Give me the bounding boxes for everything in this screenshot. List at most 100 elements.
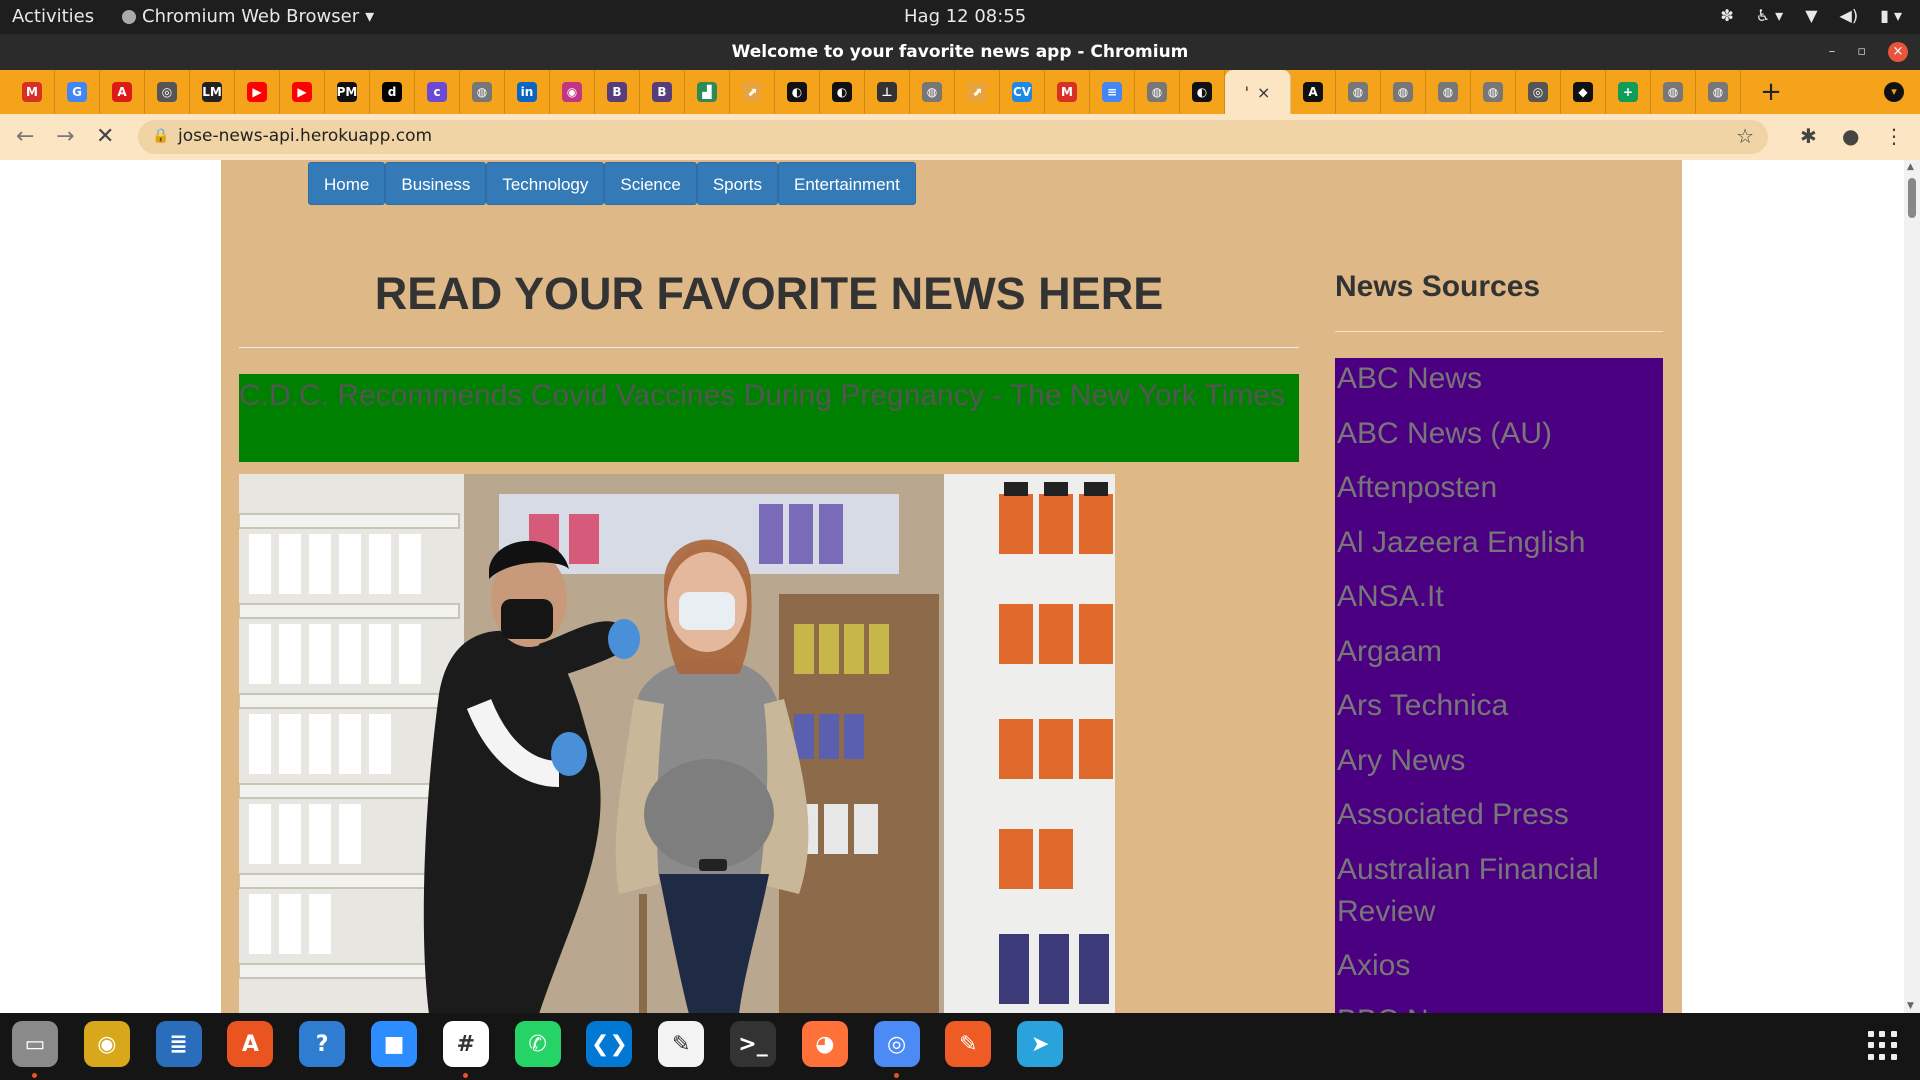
address-bar[interactable]: 🔒 jose-news-api.herokuapp.com ☆ — [138, 120, 1768, 154]
news-source-link[interactable]: Associated Press — [1335, 794, 1663, 836]
nav-home[interactable]: Home — [308, 162, 386, 205]
extensions-icon[interactable]: ✱ — [1800, 124, 1817, 148]
news-source-link[interactable]: Argaam — [1335, 631, 1663, 673]
accessibility-icon[interactable]: ♿ ▾ — [1756, 6, 1783, 25]
tab-close-icon[interactable]: × — [1257, 83, 1270, 102]
browser-tab[interactable]: ◍ — [1471, 70, 1516, 114]
whatsapp-icon[interactable]: ✆ — [514, 1021, 561, 1067]
browser-tab[interactable]: M — [1045, 70, 1090, 114]
browser-tab[interactable]: in — [505, 70, 550, 114]
browser-tab[interactable]: A — [1291, 70, 1336, 114]
nav-business[interactable]: Business — [385, 162, 487, 205]
news-source-link[interactable]: ANSA.It — [1335, 576, 1663, 618]
browser-tab[interactable]: ◎ — [1516, 70, 1561, 114]
scroll-up-icon[interactable]: ▲ — [1907, 162, 1914, 172]
software-center-icon[interactable]: A — [227, 1021, 274, 1067]
browser-tab[interactable]: ◍ — [1336, 70, 1381, 114]
help-icon[interactable]: ? — [299, 1021, 346, 1067]
page-scrollbar[interactable]: ▲ ▼ — [1904, 160, 1920, 1013]
new-tab-button[interactable]: + — [1751, 77, 1791, 107]
browser-tab[interactable]: ⊥ — [865, 70, 910, 114]
browser-tab[interactable]: G — [55, 70, 100, 114]
browser-tab[interactable]: LM — [190, 70, 235, 114]
back-icon[interactable]: ← — [16, 124, 34, 149]
browser-tab[interactable]: ◍ — [1381, 70, 1426, 114]
system-tray[interactable]: ✽ ♿ ▾ ▼ ◀) ▮ ▾ — [1720, 6, 1902, 25]
browser-tab[interactable]: ◍ — [1135, 70, 1180, 114]
activities-button[interactable]: Activities — [12, 6, 94, 27]
article-title[interactable]: C.D.C. Recommends Covid Vaccines During … — [239, 374, 1299, 462]
news-source-link[interactable]: Ars Technica — [1335, 685, 1663, 727]
zoom-icon[interactable]: ■ — [371, 1021, 417, 1067]
browser-tab[interactable]: ◐ — [1180, 70, 1225, 114]
browser-tab[interactable]: ⬈ — [730, 70, 775, 114]
vscode-icon[interactable]: ❮❯ — [586, 1021, 633, 1067]
firefox-icon[interactable]: ◕ — [801, 1021, 848, 1067]
browser-tab[interactable]: ◎ — [145, 70, 190, 114]
browser-tab[interactable]: M — [10, 70, 55, 114]
browser-tab[interactable]: ◍ — [1651, 70, 1696, 114]
browser-tab[interactable]: + — [1606, 70, 1651, 114]
browser-tab[interactable]: ◍ — [1696, 70, 1741, 114]
browser-tab[interactable]: ⬈ — [955, 70, 1000, 114]
forward-icon[interactable]: → — [56, 124, 74, 149]
news-source-link[interactable]: Ary News — [1335, 740, 1663, 782]
browser-tab[interactable]: ◍ — [460, 70, 505, 114]
app-menu[interactable]: Chromium Web Browser ▾ — [122, 6, 374, 27]
browser-tab[interactable]: B — [595, 70, 640, 114]
rhythmbox-icon[interactable]: ◉ — [83, 1021, 130, 1067]
browser-tab[interactable]: ▶ — [235, 70, 280, 114]
nav-sports[interactable]: Sports — [696, 162, 778, 205]
active-tab[interactable]: ' × — [1225, 70, 1291, 114]
browser-tab[interactable]: CV — [1000, 70, 1045, 114]
clock[interactable]: Hag 12 08:55 — [904, 6, 1026, 27]
chart-icon: ▟ — [697, 82, 717, 102]
text-editor-icon[interactable]: ✎ — [658, 1021, 705, 1067]
profile-icon[interactable]: ● — [1842, 124, 1859, 148]
browser-tab[interactable]: ◐ — [775, 70, 820, 114]
files-icon[interactable]: ▭ — [12, 1021, 58, 1067]
browser-tab[interactable]: ≡ — [1090, 70, 1135, 114]
telegram-icon[interactable]: ➤ — [1017, 1021, 1064, 1067]
news-source-link[interactable]: Al Jazeera English — [1335, 522, 1663, 564]
article-image[interactable] — [239, 474, 1115, 1013]
news-source-link[interactable]: ABC News (AU) — [1335, 413, 1663, 455]
show-applications-icon[interactable] — [1868, 1031, 1898, 1061]
tab-search-icon[interactable]: ▾ — [1884, 82, 1904, 102]
bookmark-star-icon[interactable]: ☆ — [1736, 124, 1754, 148]
scrollbar-thumb[interactable] — [1908, 178, 1916, 218]
menu-icon[interactable]: ⋮ — [1884, 124, 1904, 148]
browser-tab[interactable]: ◍ — [910, 70, 955, 114]
stop-loading-icon[interactable]: ✕ — [96, 124, 114, 149]
nav-technology[interactable]: Technology — [486, 162, 605, 205]
browser-tab[interactable]: B — [640, 70, 685, 114]
news-source-link[interactable]: BBC News — [1335, 1000, 1663, 1014]
news-source-link[interactable]: Aftenposten — [1335, 467, 1663, 509]
nav-science[interactable]: Science — [604, 162, 697, 205]
lock-icon[interactable]: 🔒 — [152, 128, 169, 144]
news-source-link[interactable]: ABC News — [1335, 358, 1663, 400]
browser-tab[interactable]: ▶ — [280, 70, 325, 114]
chromium-icon[interactable]: ◎ — [873, 1021, 920, 1067]
news-source-link[interactable]: Axios — [1335, 945, 1663, 987]
nav-entertainment[interactable]: Entertainment — [777, 162, 916, 205]
news-source-link[interactable]: Australian Financial Review — [1335, 849, 1663, 933]
browser-tab[interactable]: ◍ — [1426, 70, 1471, 114]
scroll-down-icon[interactable]: ▼ — [1907, 1001, 1914, 1011]
browser-tab[interactable]: ◉ — [550, 70, 595, 114]
browser-tab[interactable]: ◆ — [1561, 70, 1606, 114]
browser-tab[interactable]: ▟ — [685, 70, 730, 114]
close-window-button[interactable]: × — [1888, 42, 1908, 62]
slack-icon[interactable]: # — [442, 1021, 489, 1067]
terminal-icon[interactable]: >_ — [730, 1021, 776, 1067]
browser-tab[interactable]: A — [100, 70, 145, 114]
maximize-icon[interactable]: ▫ — [1857, 34, 1866, 70]
postman-icon[interactable]: ✎ — [945, 1021, 992, 1067]
minimize-icon[interactable]: – — [1829, 34, 1836, 70]
browser-tab[interactable]: d — [370, 70, 415, 114]
browser-tab[interactable]: ◐ — [820, 70, 865, 114]
url-text[interactable]: jose-news-api.herokuapp.com — [178, 126, 432, 146]
browser-tab[interactable]: PM — [325, 70, 370, 114]
browser-tab[interactable]: c — [415, 70, 460, 114]
writer-icon[interactable]: ≣ — [155, 1021, 202, 1067]
